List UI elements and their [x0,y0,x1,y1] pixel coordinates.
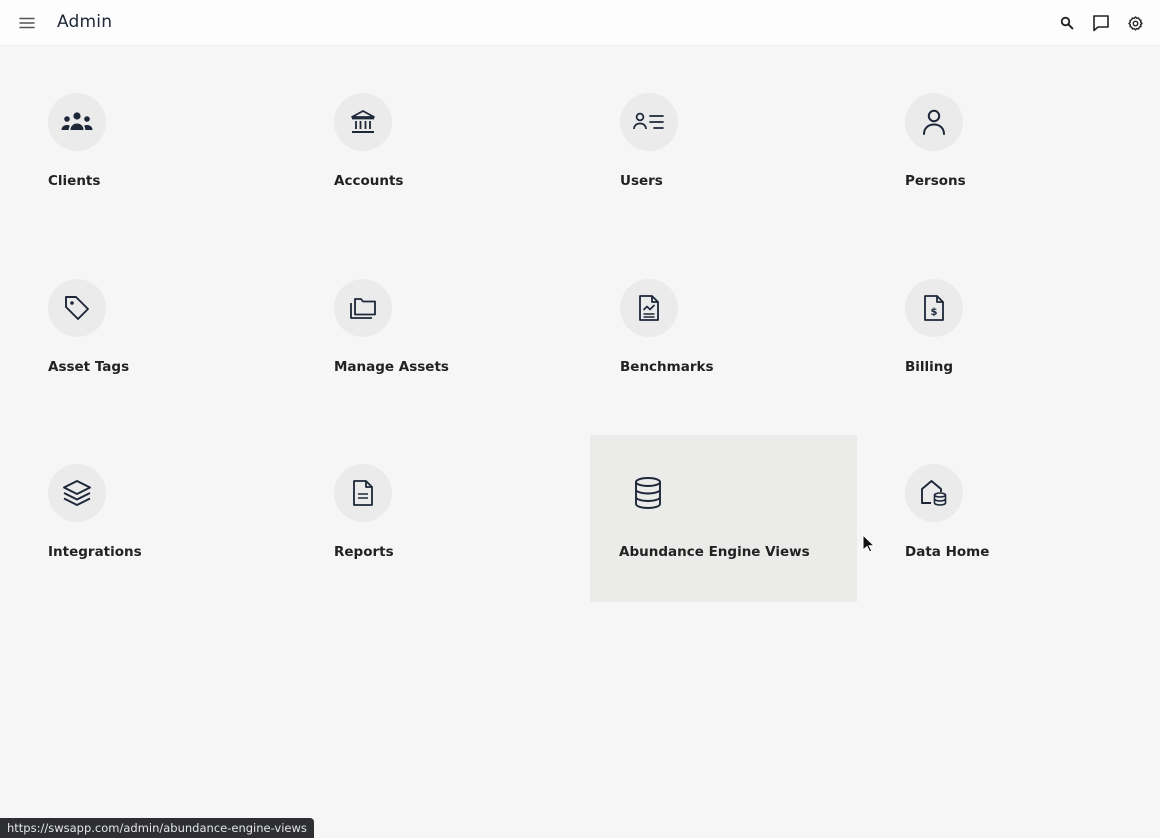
document-icon [334,464,392,522]
layers-icon [48,464,106,522]
tile-label: Abundance Engine Views [619,544,810,560]
bank-icon [334,93,392,151]
document-dollar-icon: $ [905,279,963,337]
tile-data-home[interactable]: Data Home [876,435,1143,602]
tile-clients[interactable]: Clients [19,64,286,231]
tile-label: Persons [905,173,966,189]
tile-integrations[interactable]: Integrations [19,435,286,602]
chat-icon[interactable] [1090,12,1112,34]
tile-manage-assets[interactable]: Manage Assets [305,250,572,417]
tile-label: Asset Tags [48,359,130,375]
tile-benchmarks[interactable]: Benchmarks [591,250,858,417]
tile-label: Integrations [48,544,142,560]
tile-billing[interactable]: $ Billing [876,250,1143,417]
tile-label: Reports [334,544,394,560]
tile-label: Accounts [334,173,404,189]
gear-icon[interactable] [1124,12,1146,34]
document-chart-icon [620,279,678,337]
tile-label: Benchmarks [620,359,714,375]
user-list-icon [620,93,678,151]
tile-asset-tags[interactable]: Asset Tags [19,250,286,417]
admin-tile-grid: Clients Accounts Users Persons Asset Tag… [0,47,1160,838]
tile-label: Users [620,173,663,189]
tile-accounts[interactable]: Accounts [305,64,572,231]
tag-icon [48,279,106,337]
search-icon[interactable] [1056,12,1078,34]
tile-users[interactable]: Users [591,64,858,231]
database-icon [619,464,677,522]
svg-text:$: $ [931,307,938,318]
tile-persons[interactable]: Persons [876,64,1143,231]
folders-icon [334,279,392,337]
tile-label: Manage Assets [334,359,449,375]
tile-reports[interactable]: Reports [305,435,572,602]
status-bar-url: https://swsapp.com/admin/abundance-engin… [0,818,314,838]
mouse-pointer-icon [862,534,876,553]
tile-label: Billing [905,359,954,375]
app-header: Admin [0,0,1160,46]
tile-abundance-engine-views[interactable]: Abundance Engine Views [590,435,857,602]
tile-label: Clients [48,173,101,189]
page-title: Admin [57,12,113,32]
tile-label: Data Home [905,544,990,560]
home-database-icon [905,464,963,522]
hamburger-menu-icon[interactable] [17,13,37,33]
people-group-icon [48,93,106,151]
person-icon [905,93,963,151]
